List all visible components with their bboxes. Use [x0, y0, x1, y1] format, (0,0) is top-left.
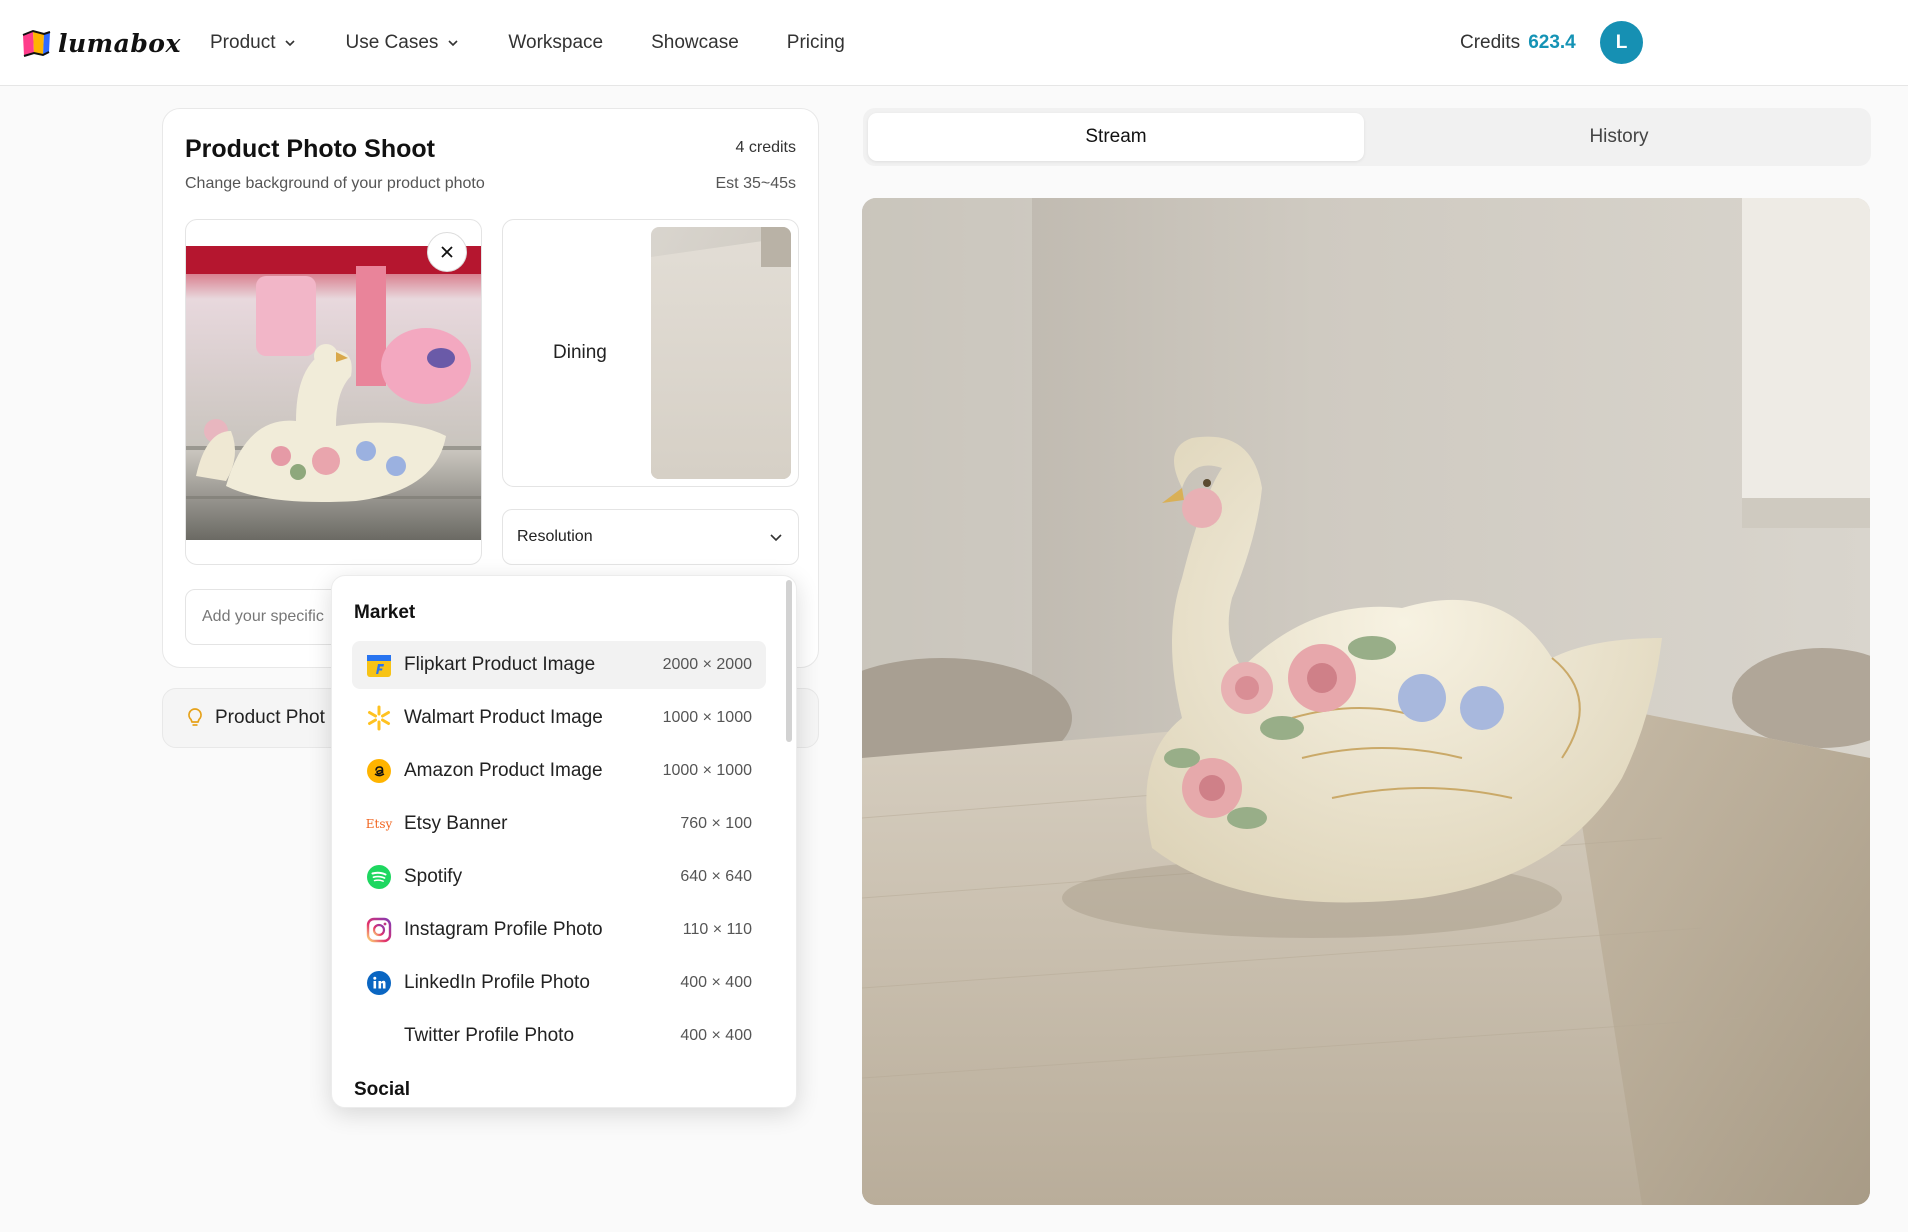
- nav-label: Product: [210, 32, 276, 53]
- option-walmart[interactable]: Walmart Product Image 1000 × 1000: [352, 694, 766, 742]
- tool-subtitle: Change background of your product photo: [185, 175, 485, 192]
- result-photo: [862, 198, 1870, 1205]
- chevron-down-icon: [285, 40, 296, 47]
- section-social: Social: [354, 1079, 410, 1100]
- section-market: Market: [354, 602, 416, 623]
- amazon-icon: [366, 758, 392, 784]
- nav-pricing[interactable]: Pricing: [787, 32, 845, 54]
- chevron-down-icon: [448, 40, 458, 47]
- brand-name: lumabox: [58, 28, 181, 58]
- generated-result-image[interactable]: [862, 198, 1870, 1205]
- credits-display[interactable]: Credits 623.4: [1460, 0, 1576, 86]
- view-tabs: Stream History: [863, 108, 1871, 166]
- option-label: Twitter Profile Photo: [404, 1025, 575, 1046]
- option-spotify[interactable]: Spotify 640 × 640: [352, 853, 766, 901]
- logo-icon: [22, 29, 51, 57]
- user-avatar[interactable]: L: [1600, 21, 1643, 64]
- linkedin-icon: [366, 970, 392, 996]
- option-size: 400 × 400: [680, 974, 752, 991]
- instagram-icon: [366, 917, 392, 943]
- nav-showcase[interactable]: Showcase: [651, 32, 739, 54]
- resolution-select[interactable]: Resolution: [502, 509, 799, 565]
- chevron-down-icon: [770, 534, 782, 542]
- remove-photo-button[interactable]: [427, 232, 467, 272]
- tab-stream[interactable]: Stream: [868, 113, 1364, 161]
- scene-thumbnail: [651, 227, 791, 479]
- brand-logo[interactable]: lumabox: [20, 24, 181, 62]
- product-photo: [186, 246, 481, 540]
- option-size: 640 × 640: [680, 868, 752, 885]
- option-label: Instagram Profile Photo: [404, 919, 603, 940]
- option-twitter[interactable]: Twitter Profile Photo 400 × 400: [352, 1012, 766, 1060]
- option-linkedin[interactable]: LinkedIn Profile Photo 400 × 400: [352, 959, 766, 1007]
- lightbulb-icon: [188, 708, 202, 726]
- option-flipkart[interactable]: Flipkart Product Image 2000 × 2000: [352, 641, 766, 689]
- tab-history[interactable]: History: [1371, 113, 1867, 161]
- credits-value: 623.4: [1528, 32, 1576, 53]
- option-size: 760 × 100: [680, 815, 752, 832]
- resolution-label: Resolution: [517, 528, 593, 545]
- nav-product[interactable]: Product: [210, 32, 297, 54]
- resolution-dropdown: Market Flipkart Product Image 2000 × 200…: [331, 575, 797, 1108]
- tip-label: Product Phot: [215, 707, 325, 728]
- close-icon: [441, 246, 453, 258]
- flipkart-icon: [366, 652, 392, 678]
- option-label: Amazon Product Image: [404, 760, 603, 781]
- walmart-icon: [366, 705, 392, 731]
- option-size: 110 × 110: [682, 921, 752, 938]
- option-size: 400 × 400: [680, 1027, 752, 1044]
- option-size: 2000 × 2000: [662, 656, 752, 673]
- option-amazon[interactable]: Amazon Product Image 1000 × 1000: [352, 747, 766, 795]
- option-label: Flipkart Product Image: [404, 654, 596, 675]
- option-etsy[interactable]: Etsy Etsy Banner 760 × 100: [352, 800, 766, 848]
- option-label: Etsy Banner: [404, 813, 508, 834]
- option-size: 1000 × 1000: [662, 709, 752, 726]
- scene-label: Dining: [553, 342, 607, 363]
- scene-selector[interactable]: Dining: [502, 219, 799, 487]
- top-header: lumabox Product Use Cases Workspace Show…: [0, 0, 1908, 86]
- tool-title: Product Photo Shoot: [185, 135, 435, 163]
- option-label: Spotify: [404, 866, 463, 887]
- etsy-icon: Etsy: [365, 817, 393, 831]
- spotify-icon: [366, 864, 392, 890]
- credits-label: Credits: [1460, 32, 1521, 53]
- nav-label: Pricing: [786, 32, 845, 53]
- main-nav: Product Use Cases Workspace Showcase Pri…: [210, 0, 845, 86]
- option-label: Walmart Product Image: [404, 707, 603, 728]
- option-label: LinkedIn Profile Photo: [404, 972, 590, 993]
- nav-label: Use Cases: [345, 32, 439, 53]
- product-upload[interactable]: [185, 219, 482, 565]
- tool-estimate: Est 35~45s: [715, 175, 797, 192]
- twitter-icon: [366, 1023, 392, 1049]
- dropdown-scrollbar[interactable]: [786, 580, 792, 742]
- option-size: 1000 × 1000: [662, 762, 752, 779]
- option-instagram[interactable]: Instagram Profile Photo 110 × 110: [352, 906, 766, 954]
- nav-use-cases[interactable]: Use Cases: [345, 32, 460, 54]
- tool-cost: 4 credits: [735, 139, 796, 156]
- nav-workspace[interactable]: Workspace: [508, 32, 603, 54]
- nav-label: Showcase: [651, 32, 739, 53]
- nav-label: Workspace: [508, 32, 604, 53]
